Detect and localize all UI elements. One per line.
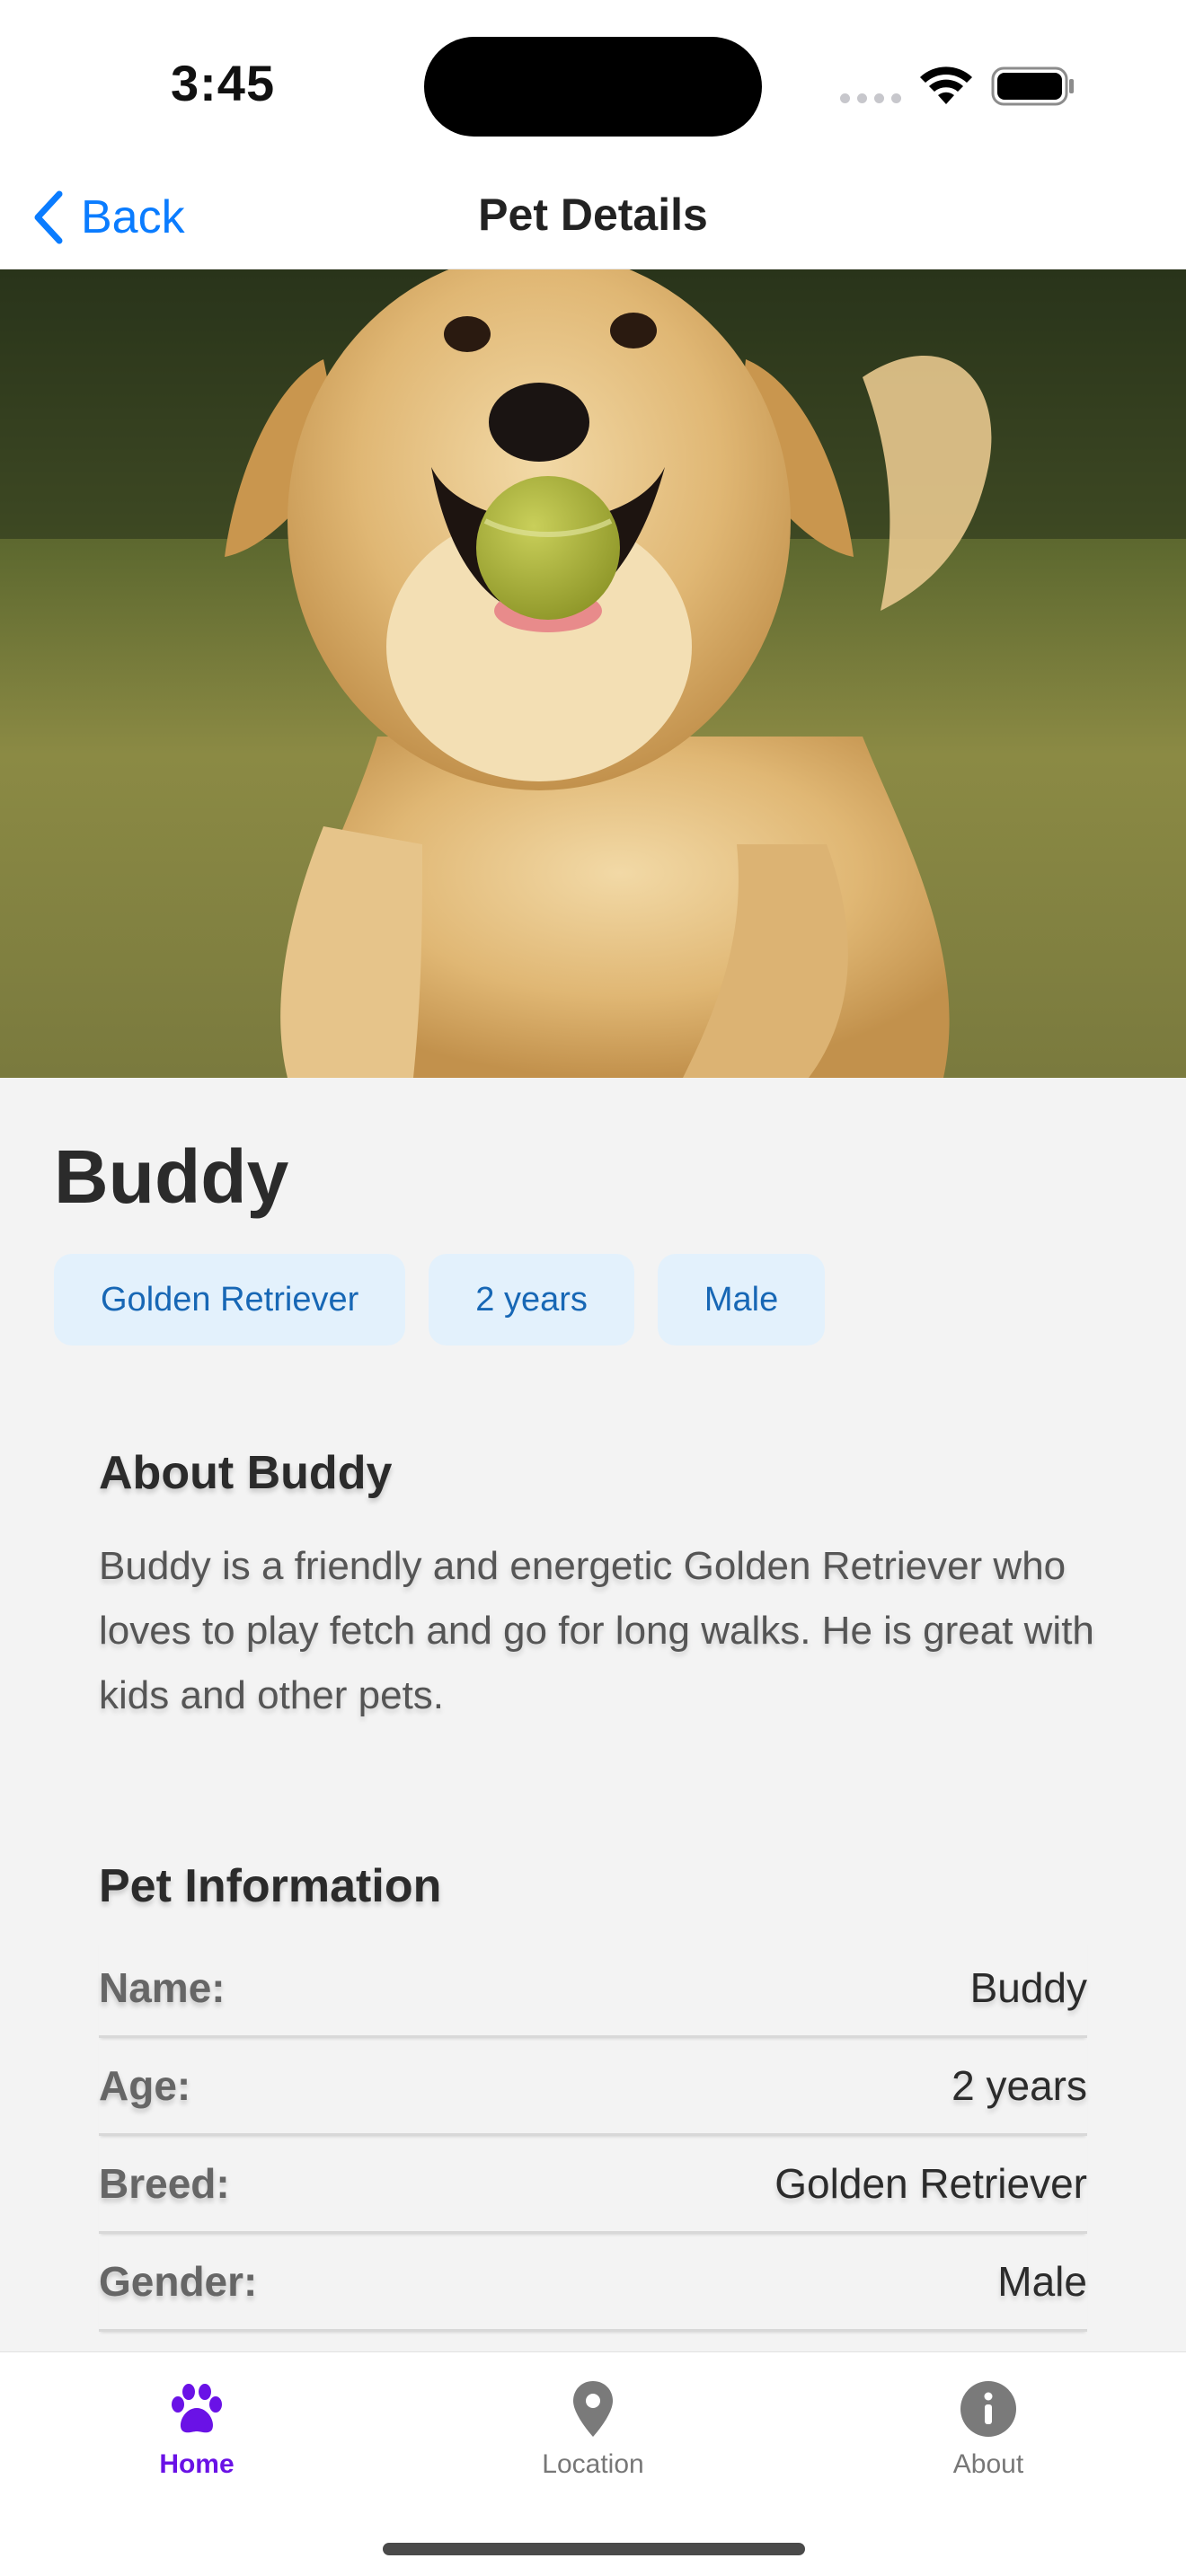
tab-label: About <box>952 2449 1024 2479</box>
pet-tags: Golden Retriever 2 years Male <box>54 1254 826 1345</box>
wifi-icon <box>920 66 972 104</box>
tab-label: Home <box>159 2449 235 2479</box>
tab-label: Location <box>542 2449 644 2479</box>
info-icon <box>960 2381 1016 2437</box>
tab-about[interactable]: About <box>881 2378 1096 2480</box>
home-indicator <box>383 2543 805 2555</box>
about-section-title: About Buddy <box>99 1447 393 1499</box>
dynamic-island <box>424 37 762 137</box>
location-pin-icon <box>573 2381 613 2437</box>
tab-bar: Home Location About <box>0 2351 1186 2576</box>
battery-icon <box>991 66 1074 106</box>
status-time: 3:45 <box>171 55 276 111</box>
info-row-name: Name: Buddy <box>99 1940 1087 2038</box>
info-label: Gender: <box>99 2258 258 2305</box>
breed-tag: Golden Retriever <box>54 1254 406 1345</box>
info-row-gender: Gender: Male <box>99 2234 1087 2332</box>
navigation-bar: Back Pet Details <box>0 171 1186 269</box>
info-label: Name: <box>99 1964 226 2011</box>
info-value: Buddy <box>969 1964 1087 2011</box>
info-row-age: Age: 2 years <box>99 2038 1087 2136</box>
age-tag: 2 years <box>429 1254 634 1345</box>
info-value: Male <box>997 2258 1087 2305</box>
paw-icon <box>172 2384 222 2433</box>
page-title: Pet Details <box>478 190 708 240</box>
tab-home[interactable]: Home <box>89 2378 305 2480</box>
info-label: Age: <box>99 2062 191 2109</box>
dog-photo-illustration <box>0 269 1186 1078</box>
pet-information-title: Pet Information <box>99 1860 442 1912</box>
info-label: Breed: <box>99 2160 230 2207</box>
tab-location[interactable]: Location <box>485 2378 701 2480</box>
gender-tag: Male <box>657 1254 826 1345</box>
about-description: Buddy is a friendly and energetic Golden… <box>99 1544 1094 1717</box>
status-bar: 3:45 <box>0 0 1186 171</box>
info-value: Golden Retriever <box>774 2160 1087 2207</box>
pet-details-content: Buddy Golden Retriever 2 years Male Abou… <box>0 1078 1186 2351</box>
pet-information-list: Name: Buddy Age: 2 years Breed: Golden R… <box>99 1940 1087 2332</box>
info-value: 2 years <box>951 2062 1087 2109</box>
pet-name-heading: Buddy <box>54 1134 289 1219</box>
info-row-breed: Breed: Golden Retriever <box>99 2136 1087 2234</box>
cellular-signal-icon <box>840 93 901 103</box>
pet-photo <box>0 269 1186 1078</box>
